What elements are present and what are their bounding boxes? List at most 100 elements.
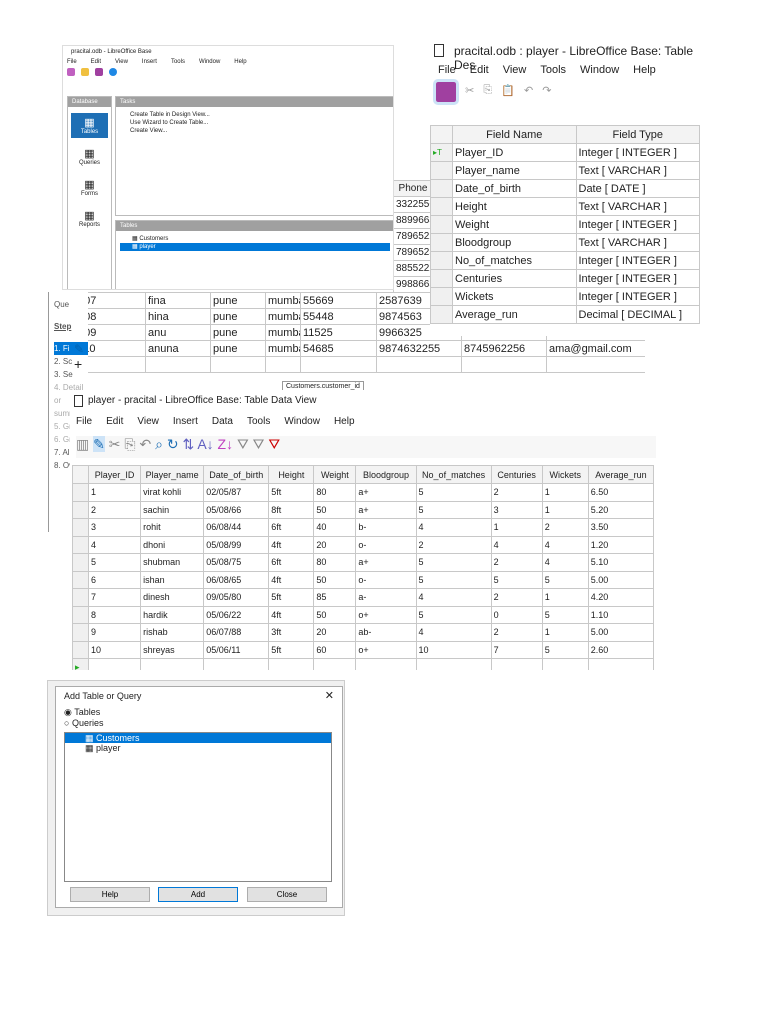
table-item[interactable]: ▦ player — [120, 243, 390, 251]
cell[interactable]: Average_run — [452, 305, 577, 324]
cell[interactable]: 06/08/44 — [203, 518, 270, 537]
cell[interactable]: 2 — [415, 535, 492, 554]
cell[interactable]: 8 — [88, 605, 142, 624]
cell[interactable] — [300, 356, 377, 373]
cell[interactable]: 50 — [313, 605, 357, 624]
cell[interactable]: 55448 — [300, 308, 377, 325]
cell[interactable]: 55669 — [300, 292, 377, 309]
cell[interactable]: 3 — [88, 518, 142, 537]
menu-help[interactable]: Help — [334, 416, 355, 427]
menu-tools[interactable]: Tools — [171, 59, 185, 65]
cell[interactable]: Weight — [452, 215, 577, 234]
cell[interactable]: 2.60 — [587, 640, 655, 659]
cell[interactable]: Height — [452, 197, 577, 216]
cell[interactable]: 8745962256 — [461, 340, 547, 357]
menu-help[interactable]: Help — [633, 64, 656, 76]
menu-tools[interactable]: Tools — [247, 416, 270, 427]
wizard-step[interactable]: 3. Se — [54, 368, 88, 381]
table-row[interactable]: 1 virat kohli 02/05/87 5ft 80 a+ 5 2 1 6.50 — [71, 483, 655, 502]
cell[interactable]: 10 — [88, 640, 142, 659]
find-icon[interactable]: ⌕ — [155, 436, 163, 452]
cell[interactable]: 9874632255 — [376, 340, 462, 357]
open-icon[interactable] — [81, 68, 89, 76]
undo-icon[interactable]: ↶ — [139, 436, 151, 452]
cell[interactable]: mumba — [265, 340, 301, 357]
cell[interactable]: virat kohli — [140, 483, 205, 502]
cell[interactable]: fina — [145, 292, 211, 309]
cell[interactable]: dinesh — [140, 588, 205, 607]
row-header[interactable] — [71, 500, 90, 519]
cell[interactable]: o+ — [355, 605, 417, 624]
cell[interactable]: pune — [210, 324, 266, 341]
cell[interactable]: 4ft — [268, 535, 315, 554]
row-header[interactable] — [430, 161, 453, 180]
sort-descending-icon[interactable]: Z↓ — [218, 436, 234, 452]
dialog-close-button[interactable]: Close — [247, 887, 327, 902]
cell[interactable]: 5.00 — [587, 623, 655, 642]
cell[interactable]: 7896522 — [393, 228, 433, 245]
row-header[interactable] — [71, 535, 90, 554]
table-row[interactable]: 9 rishab 06/07/88 3ft 20 ab- 4 2 1 5.00 — [71, 623, 655, 642]
cell[interactable] — [461, 356, 547, 373]
cell[interactable]: Player_name — [452, 161, 577, 180]
row-header[interactable] — [71, 623, 90, 642]
table-row[interactable]: 8 hardik 05/06/22 4ft 50 o+ 5 0 5 1.10 — [71, 605, 655, 624]
cell[interactable]: 9 — [88, 623, 142, 642]
help-icon[interactable] — [109, 68, 117, 76]
cell[interactable]: 4ft — [268, 605, 315, 624]
row-header[interactable] — [71, 640, 90, 659]
cell[interactable]: 05/06/11 — [203, 640, 270, 659]
task-item[interactable]: Use Wizard to Create Table... — [130, 119, 380, 127]
cell[interactable]: Bloodgroup — [452, 233, 577, 252]
cell[interactable]: Text [ VARCHAR ] — [575, 233, 700, 252]
table-row[interactable]: 5 shubman 05/08/75 6ft 80 a+ 5 2 4 5.10 — [71, 553, 655, 572]
refresh-icon[interactable]: ↻ — [167, 436, 179, 452]
row-header[interactable] — [71, 605, 90, 624]
field-row[interactable]: Date_of_birth Date [ DATE ] — [430, 179, 700, 198]
table-row[interactable]: 3 rohit 06/08/44 6ft 40 b- 4 1 2 3.50 — [71, 518, 655, 537]
cell[interactable]: 1 — [541, 500, 589, 519]
row-header[interactable] — [430, 269, 453, 288]
cell[interactable]: 5ft — [268, 640, 315, 659]
radio-queries[interactable]: ○ Queries — [64, 718, 103, 728]
cell[interactable]: 50 — [313, 570, 357, 589]
cell[interactable] — [268, 658, 315, 670]
cell[interactable]: rishab — [140, 623, 205, 642]
cell[interactable]: 3ft — [268, 623, 315, 642]
save-icon[interactable] — [95, 68, 103, 76]
cell[interactable]: 2 — [88, 500, 142, 519]
menu-insert[interactable]: Insert — [173, 416, 198, 427]
column-header[interactable]: Centuries — [490, 465, 543, 484]
cell[interactable]: 4ft — [268, 570, 315, 589]
cell[interactable]: 5 — [415, 483, 492, 502]
cell[interactable] — [203, 658, 270, 670]
menu-data[interactable]: Data — [212, 416, 233, 427]
cell[interactable]: 20 — [313, 535, 357, 554]
row-header[interactable] — [430, 305, 453, 324]
cell[interactable]: pune — [210, 308, 266, 325]
menu-insert[interactable]: Insert — [142, 59, 157, 65]
cell[interactable]: 4 — [88, 535, 142, 554]
row-header[interactable] — [71, 483, 90, 502]
cell[interactable]: 8855222 — [393, 260, 433, 277]
cell[interactable]: 1 — [541, 623, 589, 642]
row-header[interactable] — [430, 215, 453, 234]
table-item[interactable]: ▦ Customers — [120, 235, 390, 243]
cell[interactable] — [376, 356, 462, 373]
cell[interactable]: ama@gmail.com — [546, 340, 645, 357]
cell[interactable]: 05/08/75 — [203, 553, 270, 572]
task-item[interactable]: Create View... — [130, 127, 380, 135]
cell[interactable]: anuna — [145, 340, 211, 357]
list-item-customers[interactable]: ▦ Customers — [65, 733, 331, 743]
cell[interactable]: 60 — [313, 640, 357, 659]
cell[interactable]: a+ — [355, 500, 417, 519]
cell[interactable]: 05/08/66 — [203, 500, 270, 519]
menu-file[interactable]: File — [67, 59, 77, 65]
cell[interactable]: 8ft — [268, 500, 315, 519]
cell[interactable] — [210, 356, 266, 373]
field-row[interactable]: ▸T Player_ID Integer [ INTEGER ] — [430, 143, 700, 162]
cell[interactable]: 4 — [415, 623, 492, 642]
menu-help[interactable]: Help — [234, 59, 246, 65]
table-row[interactable]: 4 dhoni 05/08/99 4ft 20 o- 2 4 4 1.20 — [71, 535, 655, 554]
cell[interactable]: 5ft — [268, 588, 315, 607]
